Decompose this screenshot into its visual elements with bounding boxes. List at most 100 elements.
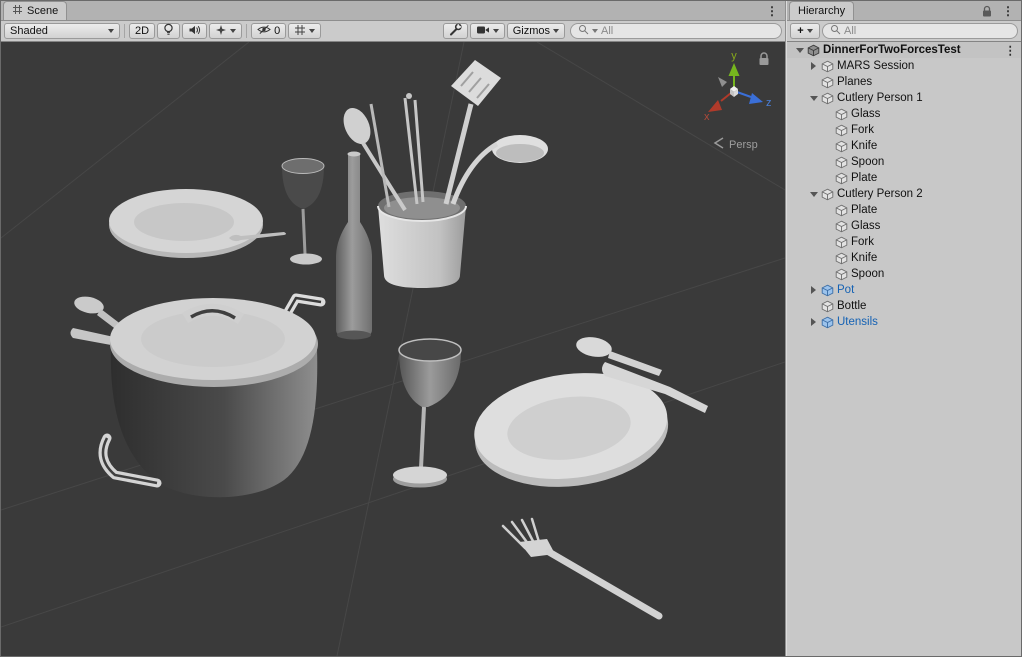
axis-y-label: y bbox=[731, 50, 737, 62]
gameobject-icon bbox=[834, 156, 848, 169]
foldout-open-icon[interactable] bbox=[793, 44, 806, 57]
gameobject-icon bbox=[834, 220, 848, 233]
foldout-closed-icon[interactable] bbox=[807, 316, 820, 329]
camera-icon bbox=[476, 25, 490, 38]
gameobject-icon bbox=[834, 140, 848, 153]
scene-toolbar: Shaded 2D bbox=[1, 21, 785, 42]
hierarchy-menu-icon[interactable]: ⋮ bbox=[995, 4, 1021, 18]
hierarchy-item-label: Cutlery Person 1 bbox=[837, 92, 923, 104]
foldout-spacer bbox=[821, 156, 834, 169]
hierarchy-item-label: Cutlery Person 2 bbox=[837, 188, 923, 200]
hierarchy-item-label: Glass bbox=[851, 108, 880, 120]
hierarchy-item-glass[interactable]: Glass bbox=[787, 106, 1021, 122]
foldout-spacer bbox=[807, 300, 820, 313]
foldout-closed-icon[interactable] bbox=[807, 60, 820, 73]
grid-settings-dropdown[interactable] bbox=[288, 23, 321, 39]
hierarchy-search-value: All bbox=[844, 25, 856, 37]
effects-dropdown[interactable] bbox=[209, 23, 242, 39]
hierarchy-item-dinnerfortwoforcestest[interactable]: DinnerForTwoForcesTest ⋮ bbox=[787, 42, 1021, 58]
scene-panel-menu-icon[interactable]: ⋮ bbox=[759, 4, 785, 18]
hierarchy-item-label: DinnerForTwoForcesTest bbox=[823, 44, 961, 56]
gameobject-icon bbox=[820, 92, 834, 105]
hierarchy-item-knife[interactable]: Knife bbox=[787, 138, 1021, 154]
hierarchy-item-label: Spoon bbox=[851, 156, 884, 168]
camera-settings-dropdown[interactable] bbox=[470, 23, 505, 39]
tab-hierarchy[interactable]: Hierarchy bbox=[789, 1, 854, 20]
scene-visibility-button[interactable]: 0 bbox=[251, 23, 286, 39]
plate-far[interactable] bbox=[109, 189, 263, 258]
hierarchy-search-input[interactable]: All bbox=[822, 23, 1018, 39]
hierarchy-item-fork[interactable]: Fork bbox=[787, 234, 1021, 250]
visibility-count: 0 bbox=[274, 25, 280, 37]
hierarchy-item-cutlery-person-2[interactable]: Cutlery Person 2 bbox=[787, 186, 1021, 202]
gizmos-label: Gizmos bbox=[513, 25, 550, 37]
scene-search-input[interactable]: All bbox=[570, 23, 782, 39]
hierarchy-item-bottle[interactable]: Bottle bbox=[787, 298, 1021, 314]
hierarchy-item-spoon[interactable]: Spoon bbox=[787, 154, 1021, 170]
foldout-open-icon[interactable] bbox=[807, 188, 820, 201]
scene-header-menu-icon[interactable]: ⋮ bbox=[1005, 43, 1022, 57]
hierarchy-lock-icon[interactable] bbox=[979, 5, 995, 17]
foldout-spacer bbox=[821, 204, 834, 217]
foldout-closed-icon[interactable] bbox=[807, 284, 820, 297]
foldout-spacer bbox=[821, 220, 834, 233]
dropdown-arrow-icon bbox=[309, 29, 315, 33]
shading-mode-label: Shaded bbox=[10, 25, 48, 37]
foldout-open-icon[interactable] bbox=[807, 92, 820, 105]
plus-icon: + bbox=[797, 25, 803, 37]
toolbar-separator bbox=[124, 24, 125, 38]
gameobject-icon bbox=[834, 108, 848, 121]
gameobject-icon bbox=[820, 188, 834, 201]
hierarchy-item-plate[interactable]: Plate bbox=[787, 202, 1021, 218]
foldout-spacer bbox=[821, 172, 834, 185]
hierarchy-item-label: Utensils bbox=[837, 316, 878, 328]
hierarchy-item-label: Pot bbox=[837, 284, 854, 296]
hierarchy-item-label: Spoon bbox=[851, 268, 884, 280]
tab-scene[interactable]: Scene bbox=[3, 1, 67, 20]
hierarchy-item-pot[interactable]: Pot bbox=[787, 282, 1021, 298]
axis-z-label: z bbox=[766, 97, 772, 109]
hierarchy-item-glass[interactable]: Glass bbox=[787, 218, 1021, 234]
hierarchy-item-label: Planes bbox=[837, 76, 872, 88]
speaker-icon bbox=[188, 24, 201, 39]
dropdown-arrow-icon bbox=[493, 29, 499, 33]
scene-tab-bar: Scene ⋮ bbox=[1, 1, 785, 21]
tools-button[interactable] bbox=[443, 23, 468, 39]
hierarchy-toolbar: + All bbox=[787, 21, 1021, 42]
hierarchy-item-planes[interactable]: Planes bbox=[787, 74, 1021, 90]
scene-lighting-button[interactable] bbox=[157, 23, 180, 39]
gameobject-icon bbox=[834, 252, 848, 265]
hierarchy-item-plate[interactable]: Plate bbox=[787, 170, 1021, 186]
dropdown-arrow-icon bbox=[807, 29, 813, 33]
prefab-icon bbox=[820, 284, 834, 297]
foldout-spacer bbox=[821, 236, 834, 249]
gizmos-dropdown[interactable]: Gizmos bbox=[507, 23, 565, 39]
foldout-spacer bbox=[821, 268, 834, 281]
scene-search-value: All bbox=[601, 25, 613, 37]
2d-toggle-button[interactable]: 2D bbox=[129, 23, 155, 39]
unity-editor-window: Scene ⋮ Shaded 2D bbox=[0, 0, 1022, 657]
scene-audio-button[interactable] bbox=[182, 23, 207, 39]
shading-mode-dropdown[interactable]: Shaded bbox=[4, 23, 120, 39]
foldout-spacer bbox=[821, 108, 834, 121]
hierarchy-item-label: Bottle bbox=[837, 300, 866, 312]
hierarchy-item-label: Knife bbox=[851, 252, 877, 264]
scene-icon bbox=[806, 44, 820, 57]
lightbulb-icon bbox=[163, 23, 174, 39]
hierarchy-item-mars-session[interactable]: MARS Session bbox=[787, 58, 1021, 74]
hierarchy-item-spoon[interactable]: Spoon bbox=[787, 266, 1021, 282]
2d-label: 2D bbox=[135, 25, 149, 37]
scene-3d-render: y z x Persp bbox=[1, 42, 785, 656]
hierarchy-item-utensils[interactable]: Utensils bbox=[787, 314, 1021, 330]
dropdown-arrow-icon bbox=[230, 29, 236, 33]
hierarchy-item-label: Fork bbox=[851, 236, 874, 248]
scene-viewport[interactable]: y z x Persp bbox=[1, 42, 785, 656]
hierarchy-item-label: Knife bbox=[851, 140, 877, 152]
hierarchy-item-cutlery-person-1[interactable]: Cutlery Person 1 bbox=[787, 90, 1021, 106]
create-object-button[interactable]: + bbox=[790, 23, 820, 39]
hierarchy-item-fork[interactable]: Fork bbox=[787, 122, 1021, 138]
dropdown-arrow-icon bbox=[108, 29, 114, 33]
hierarchy-item-knife[interactable]: Knife bbox=[787, 250, 1021, 266]
search-icon bbox=[578, 24, 589, 38]
hierarchy-tab-bar: Hierarchy ⋮ bbox=[787, 1, 1021, 21]
